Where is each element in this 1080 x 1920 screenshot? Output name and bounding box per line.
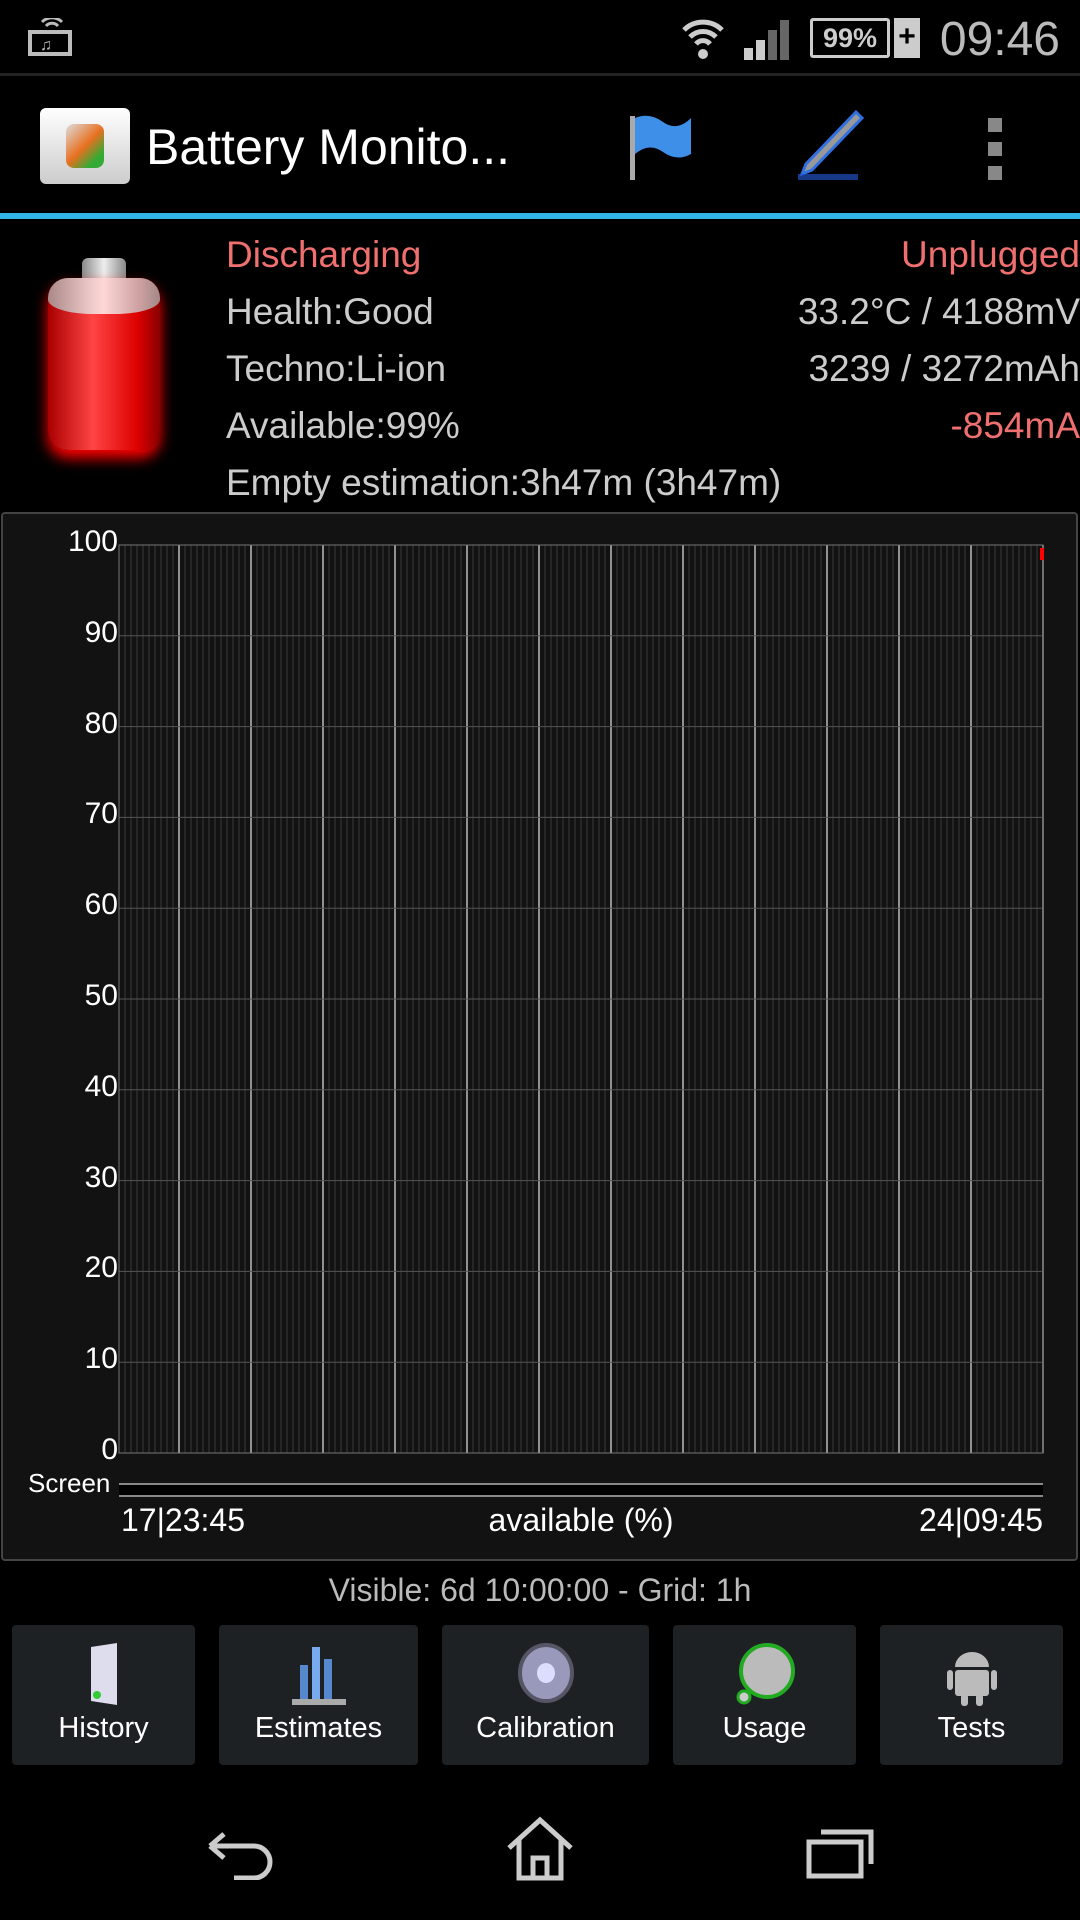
y-tick-label: 70 bbox=[84, 797, 118, 831]
estimates-button[interactable]: Estimates bbox=[219, 1625, 418, 1765]
y-tick-label: 100 bbox=[67, 525, 118, 558]
usage-gauge-icon bbox=[736, 1643, 795, 1705]
usage-button[interactable]: Usage bbox=[673, 1625, 856, 1765]
y-tick-label: 20 bbox=[84, 1251, 118, 1285]
y-tick-label: 30 bbox=[84, 1160, 118, 1194]
estimates-chart-icon bbox=[291, 1647, 346, 1705]
x-axis-label: available (%) bbox=[488, 1502, 674, 1538]
history-button[interactable]: History bbox=[12, 1625, 195, 1765]
screen-strip-label: Screen bbox=[28, 1468, 111, 1498]
x-end-label: 24|09:45 bbox=[919, 1502, 1043, 1538]
back-icon[interactable] bbox=[206, 1830, 276, 1880]
screen-strip bbox=[119, 1483, 1043, 1497]
y-tick-label: 50 bbox=[84, 979, 118, 1012]
calibration-disc-icon bbox=[517, 1643, 574, 1703]
history-label: History bbox=[58, 1712, 149, 1744]
y-tick-label: 80 bbox=[84, 706, 118, 740]
history-door-icon bbox=[90, 1643, 117, 1705]
tests-button[interactable]: Tests bbox=[880, 1625, 1063, 1765]
navigation-bar bbox=[0, 1780, 1080, 1920]
y-tick-label: 90 bbox=[84, 615, 118, 649]
tests-label: Tests bbox=[937, 1712, 1006, 1744]
estimates-label: Estimates bbox=[254, 1712, 383, 1744]
data-point bbox=[1040, 548, 1044, 561]
visible-grid-info: Visible: 6d 10:00:00 - Grid: 1h bbox=[328, 1572, 752, 1608]
y-tick-label: 0 bbox=[101, 1433, 118, 1466]
y-tick-label: 10 bbox=[84, 1342, 118, 1376]
usage-label: Usage bbox=[722, 1712, 807, 1744]
android-icon bbox=[946, 1652, 997, 1706]
y-tick-label: 60 bbox=[84, 888, 118, 922]
recent-apps-icon[interactable] bbox=[805, 1824, 877, 1880]
y-tick-label: 40 bbox=[84, 1069, 118, 1103]
calibration-label: Calibration bbox=[476, 1712, 615, 1744]
home-icon[interactable] bbox=[505, 1816, 575, 1882]
calibration-button[interactable]: Calibration bbox=[442, 1625, 649, 1765]
